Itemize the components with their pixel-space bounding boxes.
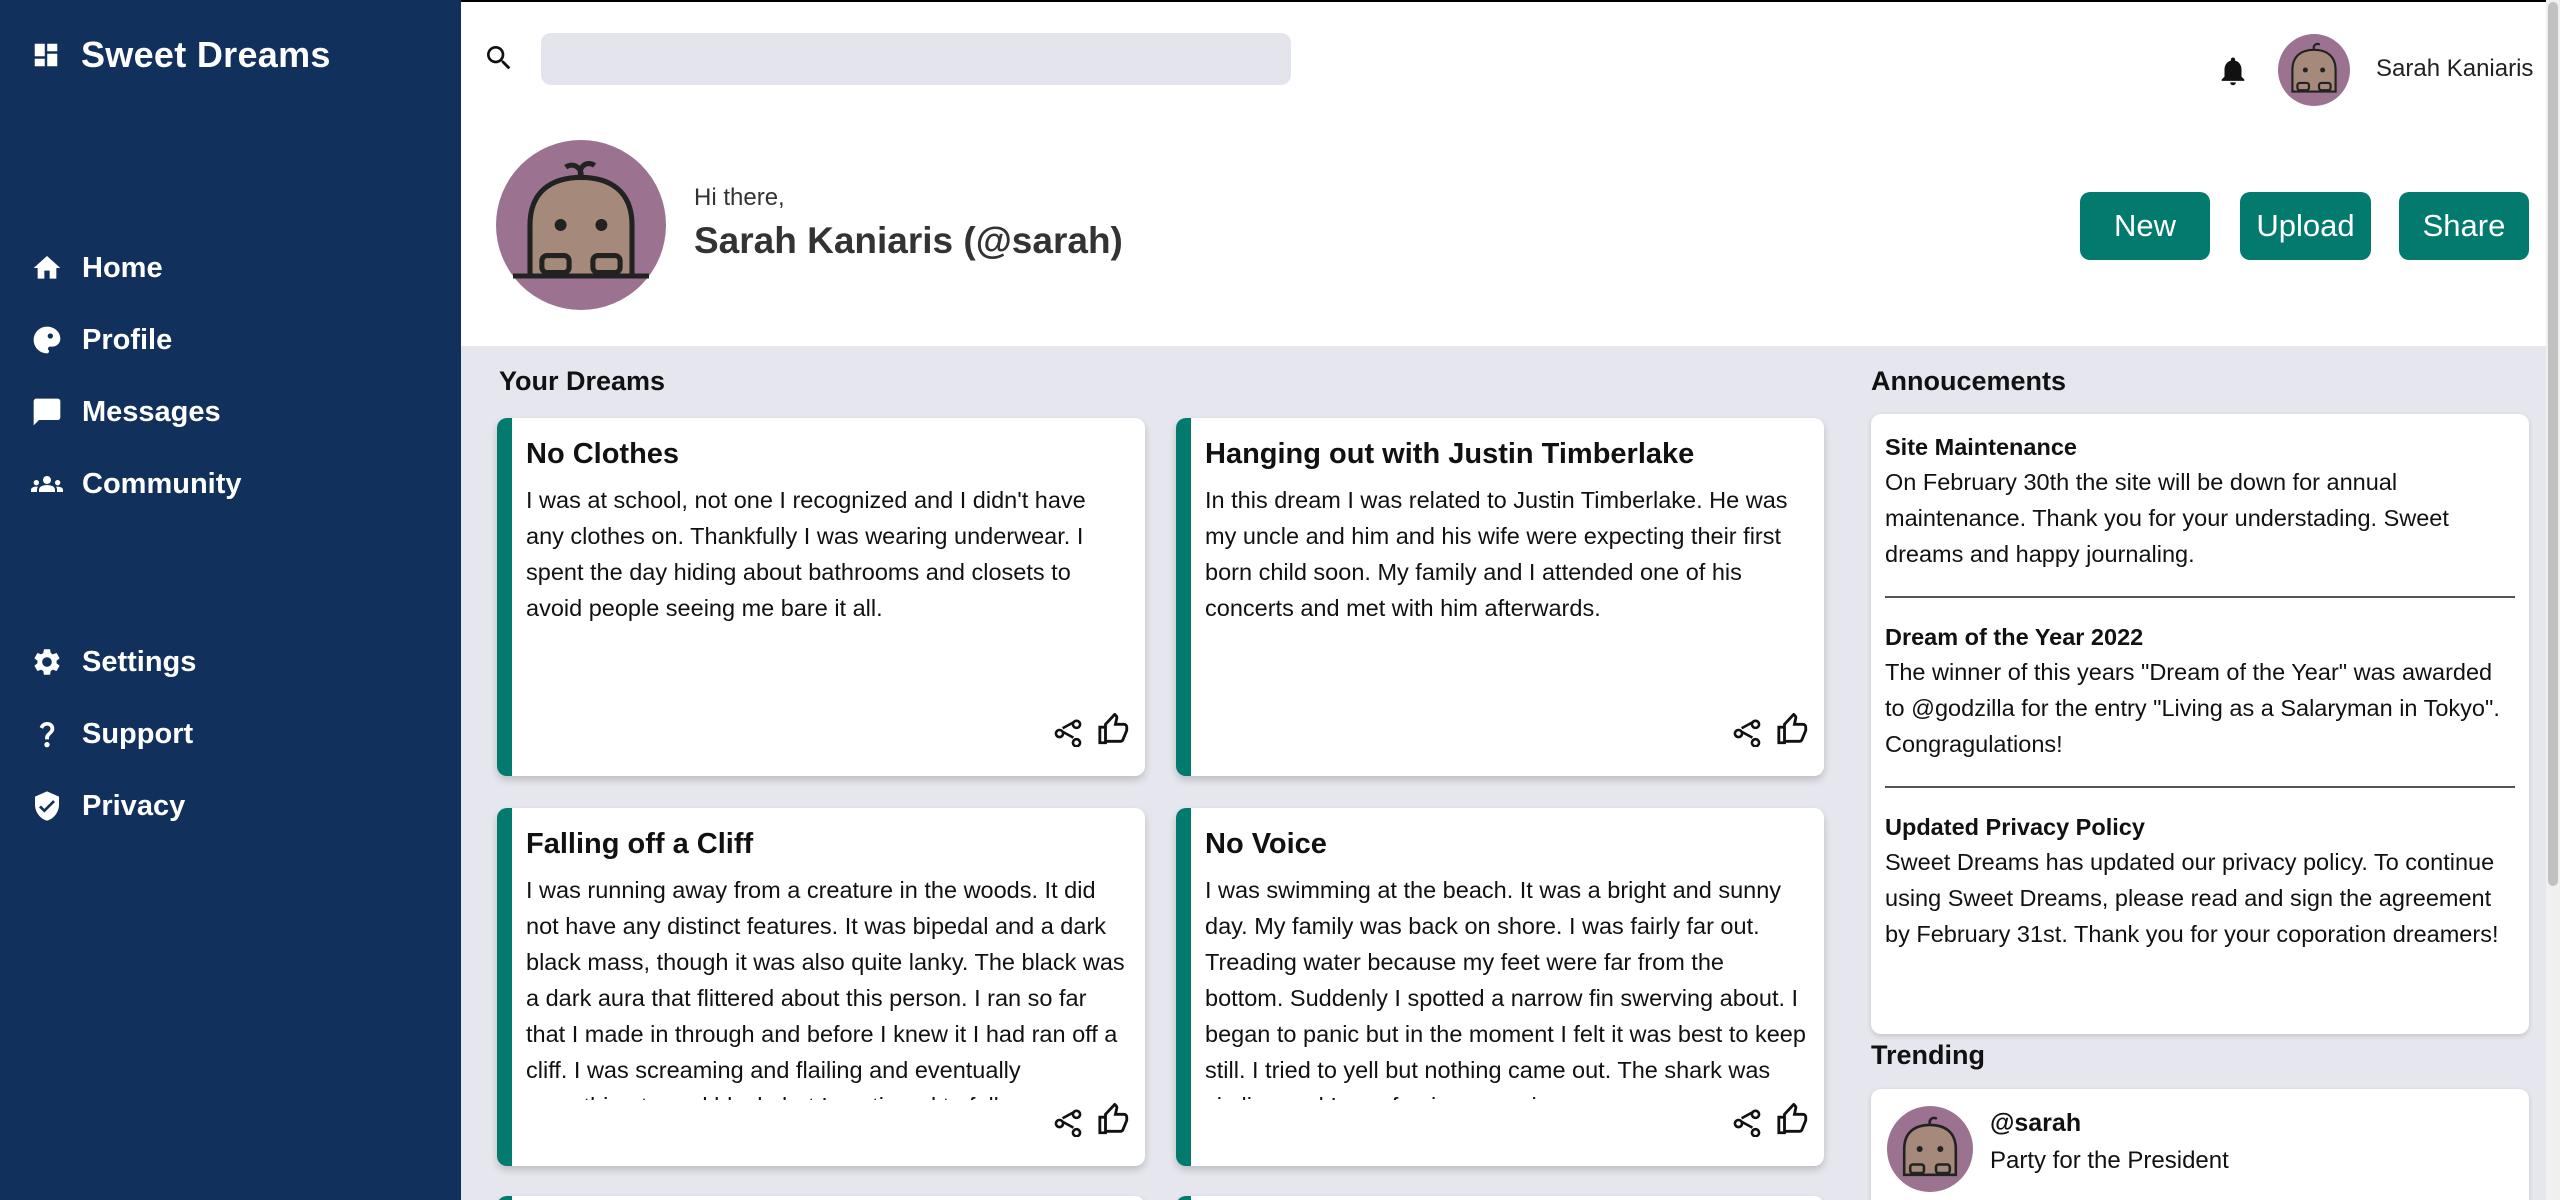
sidebar-item-label: Home bbox=[82, 251, 163, 284]
dream-title: Hanging out with Justin Timberlake bbox=[1205, 438, 1695, 470]
sidebar-item-label: Privacy bbox=[82, 789, 186, 822]
search-icon[interactable] bbox=[483, 42, 515, 74]
top-bar: Sarah Kaniaris bbox=[461, 0, 2560, 140]
dashboard-icon bbox=[31, 40, 61, 70]
username[interactable]: Sarah Kaniaris bbox=[2376, 55, 2533, 83]
announcement-item: Site Maintenance On February 30th the si… bbox=[1885, 430, 2515, 592]
sidebar-item-privacy[interactable]: Privacy bbox=[0, 770, 461, 842]
card-actions bbox=[1051, 712, 1131, 752]
dream-card[interactable]: No Clothes I was at school, not one I re… bbox=[497, 418, 1145, 776]
avatar bbox=[496, 140, 666, 310]
like-icon[interactable] bbox=[1097, 712, 1131, 752]
dream-card[interactable]: Falling off a Cliff I was running away f… bbox=[497, 808, 1145, 1166]
sidebar-item-home[interactable]: Home bbox=[0, 232, 461, 304]
page-title: Sarah Kaniaris (@sarah) bbox=[694, 220, 1123, 261]
share-icon[interactable] bbox=[1051, 1103, 1085, 1142]
profile-icon bbox=[30, 323, 64, 357]
card-actions bbox=[1730, 712, 1810, 752]
divider bbox=[1885, 786, 2515, 788]
bell-icon[interactable] bbox=[2216, 52, 2250, 90]
avatar[interactable] bbox=[1887, 1106, 1973, 1192]
app-title: Sweet Dreams bbox=[81, 34, 331, 75]
dream-card[interactable]: Hanging out with Justin Timberlake In th… bbox=[1176, 418, 1824, 776]
brand[interactable]: Sweet Dreams bbox=[31, 34, 331, 76]
card-actions bbox=[1051, 1102, 1131, 1142]
sidebar-item-messages[interactable]: Messages bbox=[0, 376, 461, 448]
community-icon bbox=[30, 467, 64, 501]
trending-panel[interactable]: @sarah Party for the President bbox=[1871, 1089, 2529, 1200]
dream-title: No Voice bbox=[1205, 828, 1327, 860]
dream-title: No Clothes bbox=[526, 438, 680, 470]
sidebar: Sweet Dreams Home Profile Messages Commu… bbox=[0, 0, 461, 1200]
sidebar-item-label: Messages bbox=[82, 395, 221, 428]
gear-icon bbox=[30, 645, 64, 679]
share-icon[interactable] bbox=[1730, 713, 1764, 752]
announcement-item: Dream of the Year 2022 The winner of thi… bbox=[1885, 620, 2515, 782]
main-nav: Home Profile Messages Community bbox=[0, 232, 461, 520]
announcement-item: Updated Privacy Policy Sweet Dreams has … bbox=[1885, 810, 2515, 972]
dream-card[interactable] bbox=[497, 1196, 1145, 1200]
share-icon[interactable] bbox=[1730, 1103, 1764, 1142]
upload-button[interactable]: Upload bbox=[2240, 192, 2371, 260]
sidebar-item-label: Settings bbox=[82, 645, 197, 678]
dream-body: I was running away from a creature in th… bbox=[526, 877, 1125, 1100]
announcement-body: On February 30th the site will be down f… bbox=[1885, 469, 2449, 567]
announcement-title: Dream of the Year 2022 bbox=[1885, 624, 2144, 650]
like-icon[interactable] bbox=[1776, 712, 1810, 752]
sidebar-item-label: Community bbox=[82, 467, 242, 500]
trending-username[interactable]: @sarah bbox=[1990, 1109, 2081, 1138]
new-button[interactable]: New bbox=[2080, 192, 2210, 260]
sidebar-item-settings[interactable]: Settings bbox=[0, 626, 461, 698]
announcement-title: Updated Privacy Policy bbox=[1885, 814, 2145, 840]
dream-card[interactable]: No Voice I was swimming at the beach. It… bbox=[1176, 808, 1824, 1166]
messages-icon bbox=[30, 395, 64, 429]
share-button[interactable]: Share bbox=[2399, 192, 2529, 260]
sidebar-item-support[interactable]: Support bbox=[0, 698, 461, 770]
dream-body: In this dream I was related to Justin Ti… bbox=[1205, 487, 1788, 621]
home-icon bbox=[30, 251, 64, 285]
like-icon[interactable] bbox=[1097, 1102, 1131, 1142]
search-input[interactable] bbox=[541, 33, 1291, 85]
announcement-body: The winner of this years "Dream of the Y… bbox=[1885, 659, 2500, 757]
dreams-section-title: Your Dreams bbox=[499, 366, 666, 396]
dream-title: Falling off a Cliff bbox=[526, 828, 754, 860]
scrollbar-thumb[interactable] bbox=[2548, 2, 2558, 886]
greeting: Hi there, bbox=[694, 184, 785, 211]
trending-title: Trending bbox=[1871, 1040, 1985, 1070]
scrollbar[interactable] bbox=[2546, 0, 2560, 1200]
shield-icon bbox=[30, 789, 64, 823]
avatar[interactable] bbox=[2278, 34, 2350, 106]
dream-body: I was swimming at the beach. It was a br… bbox=[1205, 877, 1806, 1100]
sidebar-item-label: Profile bbox=[82, 323, 173, 356]
announcement-title: Site Maintenance bbox=[1885, 434, 2077, 460]
sidebar-item-label: Support bbox=[82, 717, 194, 750]
question-icon bbox=[30, 717, 64, 751]
secondary-nav: Settings Support Privacy bbox=[0, 626, 461, 842]
sidebar-item-profile[interactable]: Profile bbox=[0, 304, 461, 376]
dream-body: I was at school, not one I recognized an… bbox=[526, 487, 1086, 621]
profile-header: Hi there, Sarah Kaniaris (@sarah) New Up… bbox=[461, 140, 2560, 346]
trending-text: Party for the President bbox=[1990, 1147, 2229, 1174]
like-icon[interactable] bbox=[1776, 1102, 1810, 1142]
announcements-panel: Site Maintenance On February 30th the si… bbox=[1871, 414, 2529, 1034]
announcement-body: Sweet Dreams has updated our privacy pol… bbox=[1885, 849, 2499, 947]
dream-card[interactable] bbox=[1176, 1196, 1824, 1200]
sidebar-item-community[interactable]: Community bbox=[0, 448, 461, 520]
divider bbox=[1885, 596, 2515, 598]
share-icon[interactable] bbox=[1051, 713, 1085, 752]
card-actions bbox=[1730, 1102, 1810, 1142]
announcements-title: Annoucements bbox=[1871, 366, 2067, 396]
